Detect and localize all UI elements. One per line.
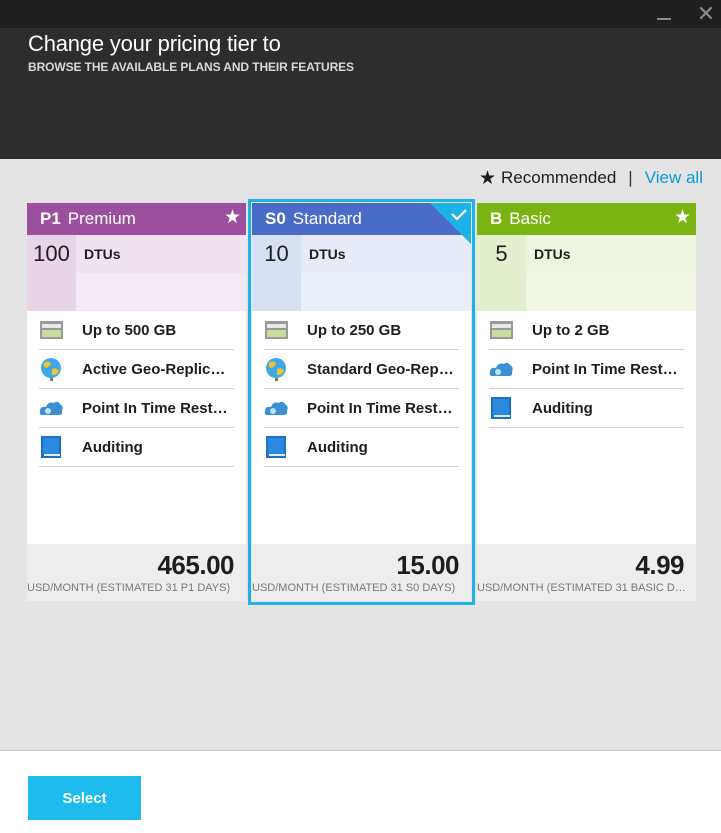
view-all-link[interactable]: View all [645,168,703,188]
feature-label: Auditing [82,438,143,456]
book-icon [39,435,64,459]
cloud-restore-icon [39,396,64,420]
feature-list: Up to 2 GB Point In Time Restore Auditin… [477,311,696,428]
globe-icon [39,357,64,381]
pricing-card-p1[interactable]: P1 Premium ★ 100 DTUs Up to 500 GB Activ… [27,203,246,601]
spacer-row [252,273,471,311]
dtu-label: DTUs [309,246,346,262]
feature-label: Auditing [307,438,368,456]
recommended-bar: ★ Recommended | View all [479,166,703,190]
page-subtitle: BROWSE THE AVAILABLE PLANS AND THEIR FEA… [28,60,354,74]
recommended-star-icon: ★ [673,207,691,228]
price-note: USD/MONTH (ESTIMATED 31 S0 DAYS) [252,582,456,594]
feature-item: Active Geo-Replication [39,350,234,389]
cloud-restore-icon [489,357,514,381]
pricing-card-s0[interactable]: S0 Standard 10 DTUs Up to 250 GB Standar… [252,203,471,601]
feature-label: Up to 500 GB [82,321,177,339]
price-box: 4.99 USD/MONTH (ESTIMATED 31 BASIC DAYS) [477,544,696,601]
dtu-value: 5 [477,235,526,273]
dtu-label: DTUs [534,246,571,262]
recommended-star-icon: ★ [223,207,241,228]
feature-list: Up to 500 GB Active Geo-Replication Poin… [27,311,246,467]
tier-name: Premium [67,209,136,228]
globe-icon [264,357,289,381]
feature-item: Up to 2 GB [489,311,684,350]
price-value: 4.99 [635,550,684,580]
star-icon: ★ [478,167,497,189]
tier-name: Basic [509,209,551,228]
storage-icon [489,318,514,342]
book-icon [264,435,289,459]
feature-label: Active Geo-Replication [82,360,232,378]
feature-item: Standard Geo-Replication [264,350,459,389]
spacer-row [477,273,696,311]
tier-code: B [490,209,503,228]
dtu-label: DTUs [84,246,121,262]
price-box: 465.00 USD/MONTH (ESTIMATED 31 P1 DAYS) [27,544,246,601]
feature-label: Up to 2 GB [532,321,610,339]
feature-label: Standard Geo-Replication [307,360,457,378]
feature-list: Up to 250 GB Standard Geo-Replication Po… [252,311,471,467]
spacer-row [27,273,246,311]
card-header: B Basic ★ [477,203,696,235]
feature-label: Point In Time Restore [532,360,682,378]
feature-item: Auditing [264,428,459,467]
feature-item: Up to 250 GB [264,311,459,350]
pricing-card-basic[interactable]: B Basic ★ 5 DTUs Up to 2 GB Point In Tim… [477,203,696,601]
checkmark-icon [430,203,471,244]
price-note: USD/MONTH (ESTIMATED 31 P1 DAYS) [27,582,231,594]
close-icon[interactable]: ✕ [694,2,718,26]
price-value: 15.00 [396,550,459,580]
card-header: P1 Premium ★ [27,203,246,235]
tier-code: P1 [40,209,61,228]
tier-name: Standard [292,209,362,228]
book-icon [489,396,514,420]
feature-item: Up to 500 GB [39,311,234,350]
dtu-value: 10 [252,235,301,273]
price-note: USD/MONTH (ESTIMATED 31 BASIC DAYS) [477,582,686,594]
separator: | [628,168,633,187]
select-button[interactable]: Select [28,776,141,820]
price-value: 465.00 [157,550,234,580]
storage-icon [39,318,64,342]
feature-item: Auditing [489,389,684,428]
page-title: Change your pricing tier to [28,31,281,56]
feature-item: Point In Time Restore [39,389,234,428]
cloud-restore-icon [264,396,289,420]
window-titlebar [0,0,721,28]
dtu-row: 5 DTUs [477,235,696,273]
feature-label: Up to 250 GB [307,321,402,339]
feature-item: Point In Time Restore [489,350,684,389]
dtu-row: 100 DTUs [27,235,246,273]
price-box: 15.00 USD/MONTH (ESTIMATED 31 S0 DAYS) [252,544,471,601]
feature-label: Point In Time Restore [82,399,232,417]
feature-item: Auditing [39,428,234,467]
dtu-value: 100 [27,235,76,273]
tier-code: S0 [265,209,286,228]
feature-label: Auditing [532,399,593,417]
feature-label: Point In Time Restore [307,399,457,417]
recommended-label: Recommended [501,168,617,187]
feature-item: Point In Time Restore [264,389,459,428]
storage-icon [264,318,289,342]
